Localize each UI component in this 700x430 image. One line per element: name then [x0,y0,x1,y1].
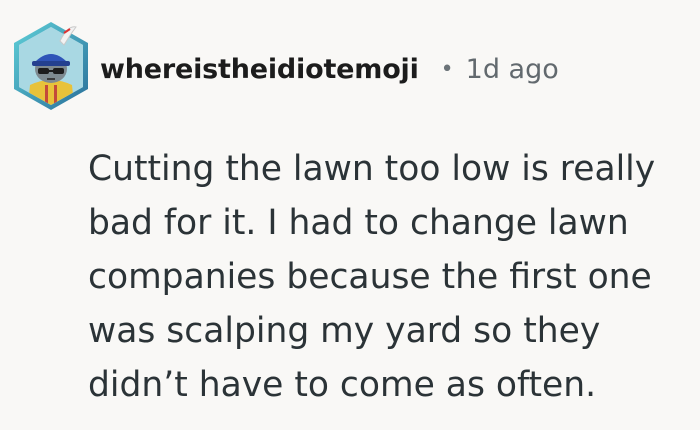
comment-header: whereistheidiotemoji • 1d ago [10,14,559,124]
comment-timestamp[interactable]: 1d ago [466,54,559,85]
comment-body-line: bad for it. I had to change lawn [88,203,629,243]
header-separator: • [440,56,454,82]
user-avatar[interactable] [10,19,92,119]
comment-body: Cutting the lawn too low is really bad f… [88,142,688,412]
comment-body-line: Cutting the lawn too low is really [88,149,656,189]
comment: whereistheidiotemoji • 1d ago Cutting th… [0,0,700,430]
avatar-hexagon-icon [14,22,88,110]
author-username[interactable]: whereistheidiotemoji [100,54,419,85]
comment-body-line: companies because the first one [88,257,652,297]
comment-body-line: didn’t have to come as often. [88,365,597,405]
comment-body-line: was scalping my yard so they [88,311,601,351]
